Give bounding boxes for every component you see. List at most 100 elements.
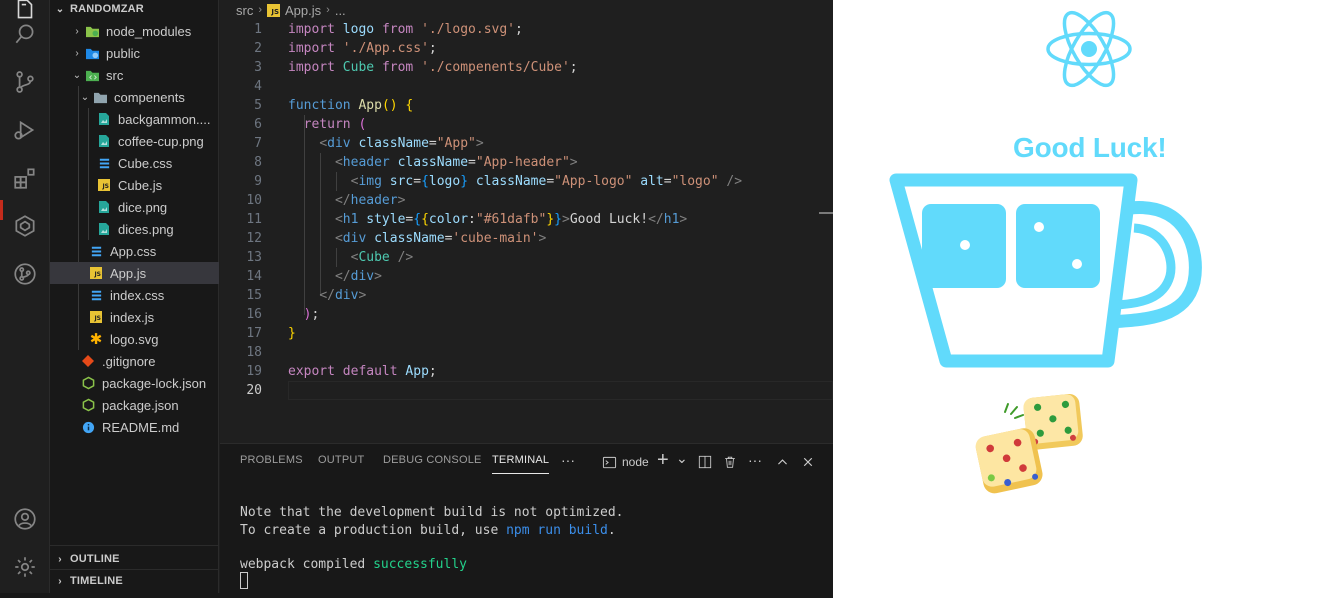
file-tree-item[interactable]: dices.png: [50, 218, 219, 240]
code-line[interactable]: 7 <div className="App">: [220, 134, 820, 153]
file-tree-label: App.css: [110, 243, 157, 259]
folder-public-file-icon: [84, 45, 100, 61]
terminal-link[interactable]: npm run build: [506, 523, 608, 538]
file-tree-item[interactable]: package.json: [50, 394, 219, 416]
code-text: <header className="App-header">: [334, 155, 578, 170]
line-number: 6: [254, 117, 262, 132]
tab-terminal[interactable]: TERMINAL: [492, 454, 550, 474]
code-line[interactable]: 13 <Cube />: [220, 248, 820, 267]
settings-gear-icon[interactable]: [0, 543, 50, 591]
file-tree-item[interactable]: dice.png: [50, 196, 219, 218]
code-line[interactable]: 15 </div>: [220, 286, 820, 305]
file-tree-label: compenents: [114, 89, 185, 105]
maximize-panel-icon[interactable]: [776, 452, 789, 472]
code-line[interactable]: 17}: [220, 324, 820, 343]
code-text: <div className='cube-main'>: [334, 231, 547, 246]
tab-problems[interactable]: PROBLEMS: [240, 454, 303, 474]
code-line[interactable]: 1 import logo from './logo.svg';: [220, 20, 820, 39]
css-file-icon: [88, 243, 104, 259]
explorer-root-header[interactable]: ⌄ RANDOMZAR: [50, 0, 219, 20]
code-line[interactable]: 6 return (: [220, 115, 820, 134]
chevron-down-icon[interactable]: ⌄: [676, 448, 688, 468]
file-tree-item[interactable]: ⌄ compenents: [50, 86, 219, 108]
code-line[interactable]: 12 <div className='cube-main'>: [220, 229, 820, 248]
code-line[interactable]: 18: [220, 343, 820, 362]
git-graph-icon[interactable]: [0, 250, 50, 298]
file-tree-label: App.js: [110, 265, 147, 281]
activity-bar: [0, 0, 50, 598]
image-file-icon: [96, 221, 112, 237]
file-tree-item[interactable]: README.md: [50, 416, 219, 438]
file-tree-item[interactable]: index.css: [50, 284, 219, 306]
run-debug-icon[interactable]: [0, 106, 50, 154]
code-line[interactable]: 4: [220, 77, 820, 96]
trash-icon[interactable]: [723, 452, 737, 472]
file-tree-item[interactable]: Cube.css: [50, 152, 219, 174]
line-number: 2: [254, 41, 262, 56]
timeline-section-header[interactable]: › TIMELINE: [50, 570, 219, 592]
line-number: 4: [254, 79, 262, 94]
file-tree-item[interactable]: JS App.js: [50, 262, 219, 284]
line-number: 12: [246, 231, 262, 246]
chevron-right-icon: ›: [75, 25, 79, 37]
terminal-output-line: To create a production build, use npm ru…: [240, 522, 616, 540]
chevron-right-icon: ›: [75, 47, 79, 59]
line-number: 17: [246, 326, 262, 341]
more-actions-icon[interactable]: ···: [561, 450, 575, 470]
code-line[interactable]: 10 </header>: [220, 191, 820, 210]
code-line[interactable]: 8 <header className="App-header">: [220, 153, 820, 172]
code-line[interactable]: 2 import './App.css';: [220, 39, 820, 58]
folder-file-icon: [92, 89, 108, 105]
chevron-right-icon: ›: [58, 575, 62, 587]
file-tree-item[interactable]: ✱ logo.svg: [50, 328, 219, 350]
outline-section-header[interactable]: › OUTLINE: [50, 548, 219, 570]
code-line[interactable]: 11 <h1 style={{color:"#61dafb"}}>Good Lu…: [220, 210, 820, 229]
breadcrumb-folder[interactable]: src: [236, 3, 253, 18]
code-text: <Cube />: [350, 250, 414, 265]
file-tree-item[interactable]: ⌄ src: [50, 64, 219, 86]
code-text: <div className="App">: [319, 136, 484, 151]
line-number: 11: [246, 212, 262, 227]
folder-node-file-icon: [84, 23, 100, 39]
code-line[interactable]: 3 import Cube from './compenents/Cube';: [220, 58, 820, 77]
account-icon[interactable]: [0, 495, 50, 543]
code-line[interactable]: 19 export default App;: [220, 362, 820, 381]
new-terminal-icon[interactable]: +: [657, 449, 669, 471]
split-terminal-icon[interactable]: [698, 452, 712, 472]
outline-label: OUTLINE: [70, 553, 120, 565]
file-tree-item[interactable]: JS index.js: [50, 306, 219, 328]
close-icon[interactable]: [802, 452, 814, 472]
file-tree-item[interactable]: coffee-cup.png: [50, 130, 219, 152]
file-tree-item[interactable]: .gitignore: [50, 350, 219, 372]
file-tree-item[interactable]: package-lock.json: [50, 372, 219, 394]
file-tree-label: dices.png: [118, 221, 174, 237]
file-tree-item[interactable]: › public: [50, 42, 219, 64]
tab-debug-console[interactable]: DEBUG CONSOLE: [383, 454, 482, 474]
code-line[interactable]: 9 <img src={logo} className="App-logo" a…: [220, 172, 820, 191]
line-number: 7: [254, 136, 262, 151]
code-line[interactable]: 5 function App() {: [220, 96, 820, 115]
file-tree-item[interactable]: App.css: [50, 240, 219, 262]
js-file-icon: JS: [88, 265, 104, 281]
code-line[interactable]: 14 </div>: [220, 267, 820, 286]
file-tree-item[interactable]: › node_modules: [50, 20, 219, 42]
folder-src-file-icon: [84, 67, 100, 83]
file-tree-item[interactable]: JS Cube.js: [50, 174, 219, 196]
tab-output[interactable]: OUTPUT: [318, 454, 364, 474]
search-icon[interactable]: [0, 10, 50, 58]
source-control-icon[interactable]: [0, 58, 50, 106]
code-line[interactable]: 20: [220, 381, 820, 400]
terminal-selector[interactable]: node: [602, 452, 649, 472]
file-tree-item[interactable]: backgammon....: [50, 108, 219, 130]
extensions-icon[interactable]: [0, 154, 50, 202]
code-text: </div>: [319, 288, 367, 303]
breadcrumb-symbol[interactable]: ...: [335, 3, 346, 18]
breadcrumb-file[interactable]: App.js: [285, 3, 321, 18]
line-number: 9: [254, 174, 262, 189]
code-editor[interactable]: src › JS App.js › ... 1 import logo from …: [220, 0, 833, 443]
more-actions-icon[interactable]: ···: [748, 450, 762, 470]
code-line[interactable]: 16 );: [220, 305, 820, 324]
remote-explorer-icon[interactable]: [0, 202, 50, 250]
scrollbar-marker[interactable]: [819, 212, 833, 214]
code-text: function App() {: [288, 98, 414, 113]
